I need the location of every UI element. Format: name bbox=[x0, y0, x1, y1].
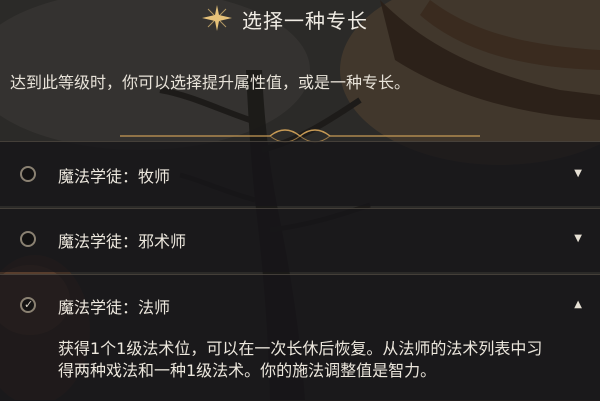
feat-option-warlock[interactable]: 魔法学徒：邪术师 ▼ bbox=[0, 208, 600, 272]
feat-option-wizard[interactable]: ✓ 魔法学徒：法师 ▲ 获得1个1级法术位，可以在一次长休后恢复。从法师的法术列… bbox=[0, 274, 600, 401]
checkmark-icon: ✓ bbox=[24, 298, 34, 311]
sparkle-star-icon bbox=[202, 5, 232, 31]
page-title: 选择一种专长 bbox=[242, 9, 368, 33]
radio-unselected-icon[interactable] bbox=[20, 231, 36, 247]
feat-option-label: 魔法学徒：牧师 bbox=[58, 167, 171, 186]
feat-option-label: 魔法学徒：邪术师 bbox=[58, 232, 187, 251]
header: 选择一种专长 bbox=[0, 0, 600, 36]
chevron-down-icon[interactable]: ▼ bbox=[574, 233, 582, 244]
radio-selected-icon[interactable]: ✓ bbox=[20, 297, 36, 313]
chevron-up-icon[interactable]: ▲ bbox=[574, 299, 582, 310]
radio-unselected-icon[interactable] bbox=[20, 166, 36, 182]
chevron-down-icon[interactable]: ▼ bbox=[574, 168, 582, 179]
feat-description: 获得1个1级法术位，可以在一次长休后恢复。从法师的法术列表中习得两种戏法和一种1… bbox=[58, 339, 543, 380]
feat-option-label: 魔法学徒：法师 bbox=[58, 298, 171, 317]
feat-option-cleric[interactable]: 魔法学徒：牧师 ▼ bbox=[0, 141, 600, 206]
subtitle-text: 达到此等级时，你可以选择提升属性值，或是一种专长。 bbox=[10, 73, 411, 92]
